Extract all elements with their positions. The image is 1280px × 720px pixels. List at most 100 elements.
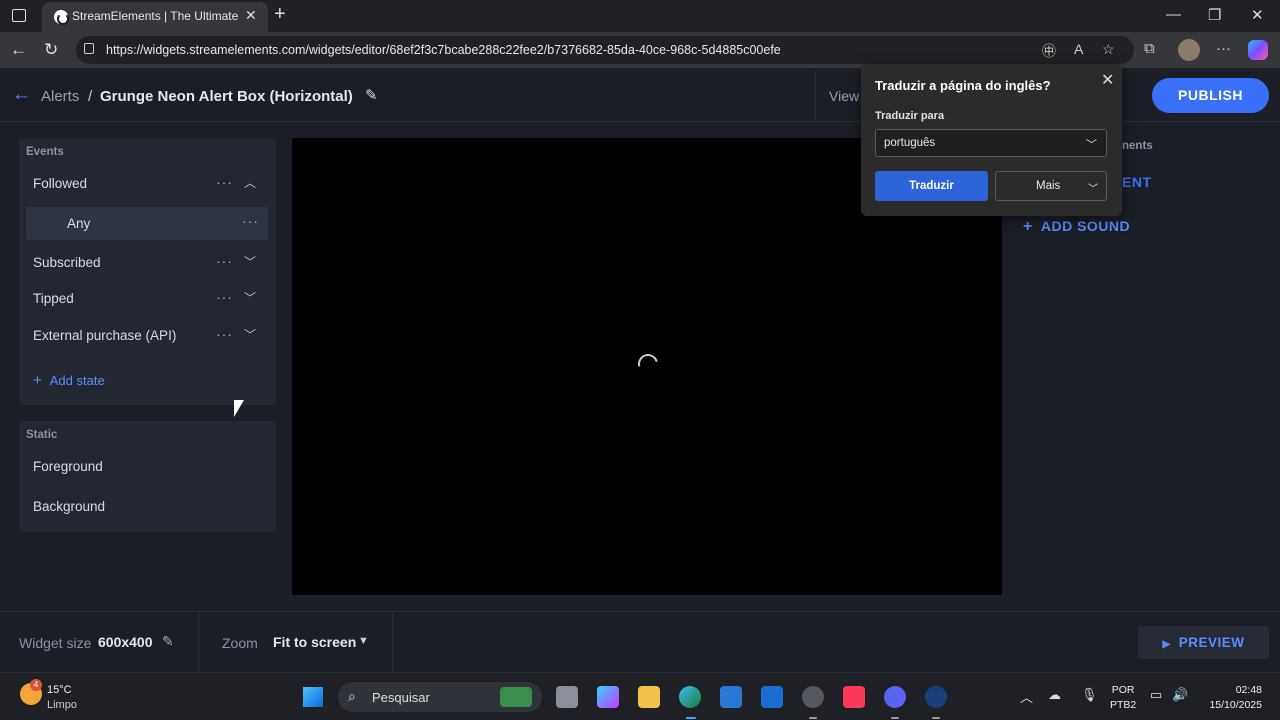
streamelements-favicon-icon bbox=[54, 10, 69, 25]
breadcrumb-alerts[interactable]: Alerts bbox=[41, 88, 79, 105]
event-row-followed[interactable]: Followed ··· ︿ bbox=[19, 166, 276, 202]
widget-title: Grunge Neon Alert Box (Horizontal) bbox=[100, 88, 353, 105]
outlook-icon[interactable] bbox=[761, 686, 783, 708]
chatgpt-icon[interactable] bbox=[802, 686, 824, 708]
divider bbox=[392, 612, 393, 672]
favorite-star-icon[interactable]: ☆ bbox=[1102, 41, 1115, 58]
windows-start-icon[interactable] bbox=[303, 687, 323, 707]
running-indicator bbox=[932, 717, 940, 719]
windows-taskbar: 4 15°C Limpo ⌕ Pesquisar ︿ ☁ 🎙 POR PTB2 … bbox=[0, 672, 1280, 720]
copilot-icon[interactable] bbox=[1248, 40, 1268, 60]
refresh-icon[interactable]: ↻ bbox=[44, 40, 58, 60]
browser-tab-active[interactable]: StreamElements | The Ultimate St ✕ bbox=[42, 2, 268, 32]
weather-badge: 4 bbox=[30, 679, 42, 691]
tab-close-icon[interactable]: ✕ bbox=[245, 7, 257, 24]
more-menu-icon[interactable]: ··· bbox=[1216, 40, 1231, 57]
chevron-down-icon[interactable]: ▼ bbox=[358, 635, 369, 647]
profile-avatar[interactable] bbox=[1178, 39, 1200, 61]
translate-target-label: Traduzir para bbox=[875, 110, 945, 122]
music-icon[interactable] bbox=[843, 686, 865, 708]
task-view-icon[interactable] bbox=[556, 686, 578, 708]
mouse-cursor-icon bbox=[234, 400, 244, 417]
static-panel: Static Foreground Background bbox=[19, 421, 276, 532]
chevron-up-icon[interactable]: ︿ bbox=[244, 174, 256, 191]
minimize-icon[interactable]: — bbox=[1166, 6, 1181, 23]
url-text: https://widgets.streamelements.com/widge… bbox=[106, 43, 781, 57]
edit-title-pencil-icon[interactable]: ✎ bbox=[365, 86, 378, 104]
temperature: 15°C bbox=[47, 684, 72, 696]
widget-size-value: 600x400 bbox=[98, 634, 153, 650]
zoom-select[interactable]: Fit to screen bbox=[273, 634, 356, 650]
publish-button[interactable]: PUBLISH bbox=[1152, 78, 1269, 113]
language-indicator[interactable]: POR PTB2 bbox=[1110, 683, 1136, 713]
static-row-background[interactable]: Background bbox=[19, 489, 276, 525]
more-options-icon[interactable]: ··· bbox=[216, 174, 233, 190]
chevron-down-icon[interactable]: ﹀ bbox=[244, 289, 256, 306]
network-icon[interactable]: ▭ bbox=[1150, 687, 1162, 703]
translate-button[interactable]: Traduzir bbox=[875, 171, 988, 201]
file-explorer-icon[interactable] bbox=[638, 686, 660, 708]
event-row-external-purchase[interactable]: External purchase (API) ··· ﹀ bbox=[19, 318, 276, 354]
search-highlight-icon bbox=[500, 687, 532, 707]
edit-size-pencil-icon[interactable]: ✎ bbox=[162, 633, 174, 650]
event-row-subscribed[interactable]: Subscribed ··· ﹀ bbox=[19, 245, 276, 281]
close-window-icon[interactable]: ✕ bbox=[1251, 6, 1264, 24]
static-section-label: Static bbox=[26, 429, 58, 441]
browser-toolbar: ← ↻ https://widgets.streamelements.com/w… bbox=[0, 32, 1280, 68]
static-label: Background bbox=[33, 499, 106, 514]
static-row-foreground[interactable]: Foreground bbox=[19, 449, 276, 485]
cloud-icon[interactable]: ☁ bbox=[1048, 687, 1061, 703]
more-options-icon[interactable]: ··· bbox=[216, 326, 233, 342]
close-icon[interactable]: ✕ bbox=[1101, 70, 1114, 90]
add-sound-label: ADD SOUND bbox=[1040, 218, 1131, 234]
more-options-icon[interactable]: ··· bbox=[216, 289, 233, 305]
store-icon[interactable] bbox=[720, 686, 742, 708]
back-icon[interactable]: ← bbox=[10, 40, 27, 60]
copilot-app-icon[interactable] bbox=[597, 686, 619, 708]
address-bar[interactable]: https://widgets.streamelements.com/widge… bbox=[76, 36, 1134, 64]
more-options-icon[interactable]: ··· bbox=[216, 253, 233, 269]
view-menu[interactable]: View bbox=[829, 88, 859, 104]
event-label: External purchase (API) bbox=[33, 328, 177, 343]
events-section-label: Events bbox=[26, 146, 64, 158]
microphone-icon[interactable]: 🎙 bbox=[1081, 687, 1098, 703]
editor-bottom-bar: Widget size 600x400 ✎ Zoom Fit to screen… bbox=[0, 611, 1280, 672]
restore-icon[interactable]: ❐ bbox=[1208, 6, 1221, 24]
volume-icon[interactable]: 🔊 bbox=[1172, 687, 1188, 703]
clock-time: 02:48 bbox=[1235, 684, 1262, 696]
loading-spinner-icon bbox=[634, 350, 662, 378]
search-placeholder: Pesquisar bbox=[372, 690, 430, 705]
edge-browser-icon[interactable] bbox=[679, 686, 701, 708]
back-arrow-icon[interactable]: ← bbox=[12, 84, 31, 106]
state-row-any[interactable]: Any ··· bbox=[26, 207, 268, 240]
lock-icon[interactable] bbox=[84, 43, 94, 54]
extensions-icon[interactable]: ⧉ bbox=[1144, 40, 1155, 57]
events-panel: Events Followed ··· ︿ Any ··· Subscribed… bbox=[19, 138, 276, 405]
add-state-button[interactable]: + Add state bbox=[33, 372, 105, 389]
event-row-tipped[interactable]: Tipped ··· ﹀ bbox=[19, 281, 276, 317]
add-element-button[interactable]: ENT bbox=[1122, 174, 1152, 190]
tab-actions-icon[interactable] bbox=[12, 9, 26, 22]
read-aloud-icon[interactable]: A bbox=[1074, 41, 1083, 57]
divider bbox=[198, 612, 199, 672]
language-value: português bbox=[884, 137, 936, 149]
add-state-label: Add state bbox=[49, 373, 105, 388]
translate-language-select[interactable]: português ﹀ bbox=[875, 129, 1107, 157]
zoom-label: Zoom bbox=[222, 635, 258, 651]
event-label: Tipped bbox=[33, 291, 74, 306]
discord-icon[interactable] bbox=[884, 686, 906, 708]
downloader-icon[interactable] bbox=[925, 686, 947, 708]
header-divider bbox=[815, 70, 816, 120]
chevron-down-icon[interactable]: ﹀ bbox=[244, 253, 256, 270]
new-tab-icon[interactable]: + bbox=[274, 3, 286, 26]
translate-popup: Traduzir a página do inglês? ✕ Traduzir … bbox=[861, 64, 1122, 216]
chevron-up-icon[interactable]: ︿ bbox=[1020, 687, 1033, 706]
more-options-button[interactable]: Mais ﹀ bbox=[995, 171, 1107, 201]
more-options-icon[interactable]: ··· bbox=[242, 213, 259, 229]
translate-icon[interactable]: ㊥ bbox=[1042, 41, 1056, 61]
preview-button[interactable]: ▶ PREVIEW bbox=[1138, 626, 1269, 659]
add-sound-button[interactable]: + ADD SOUND bbox=[1023, 218, 1130, 236]
taskbar-search[interactable]: ⌕ Pesquisar bbox=[338, 682, 542, 712]
chevron-down-icon[interactable]: ﹀ bbox=[244, 326, 256, 343]
clock[interactable]: 02:48 15/10/2025 bbox=[1200, 683, 1262, 713]
